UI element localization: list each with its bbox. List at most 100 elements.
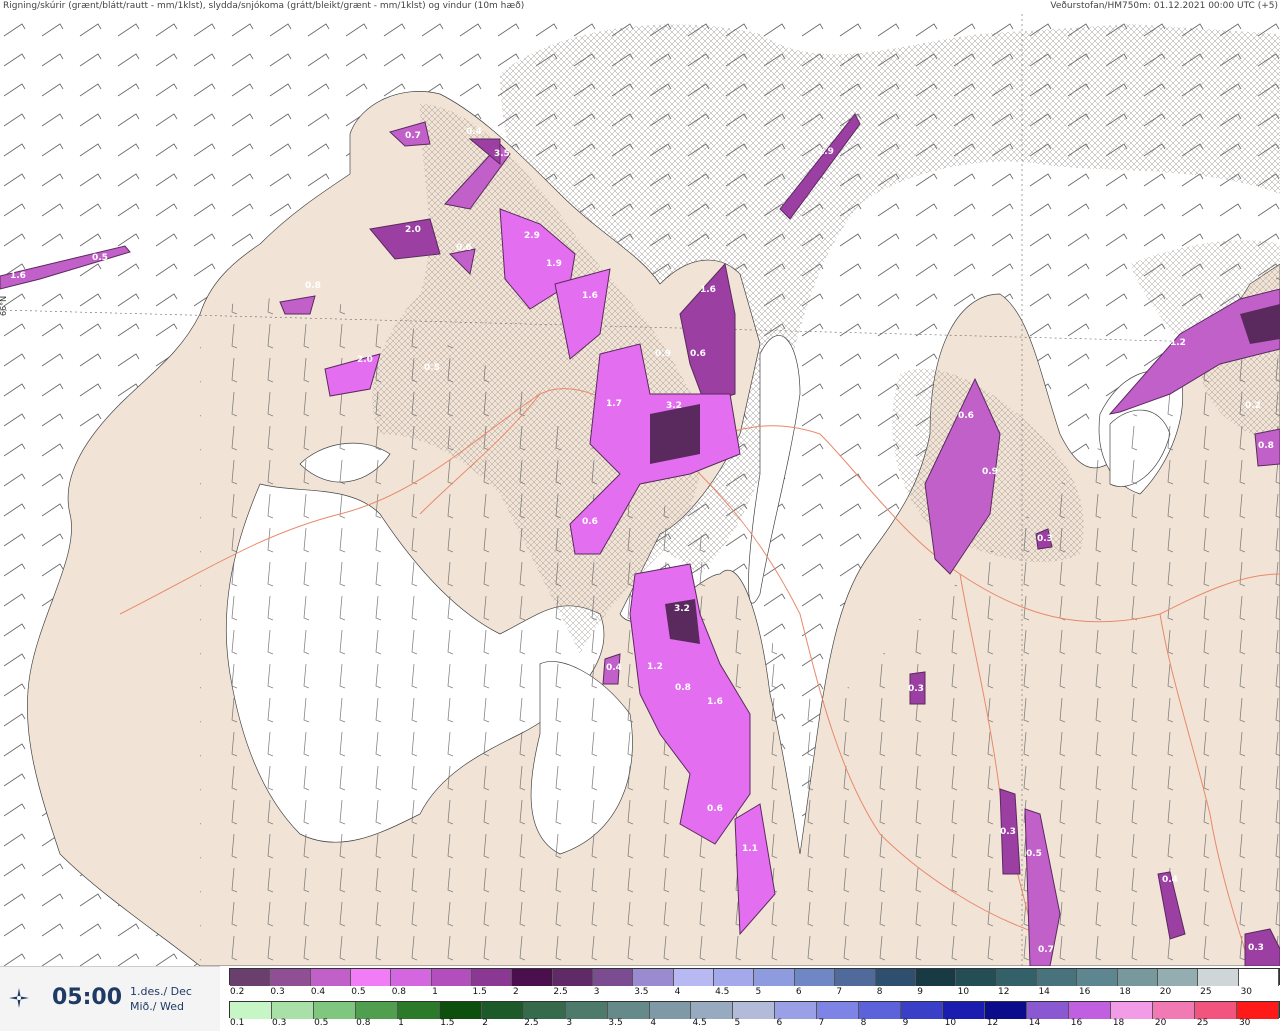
color-swatch bbox=[915, 969, 957, 986]
precip-label: 0.9 bbox=[982, 467, 998, 477]
color-swatch bbox=[565, 1002, 608, 1019]
legend-footer: 05:00 1.des./ Dec Mið./ Wed 0.2 0.3 0.4 0.5… bbox=[0, 966, 1280, 1031]
precip-label: 1.9 bbox=[546, 259, 562, 269]
color-swatch bbox=[523, 1002, 566, 1019]
color-swatch bbox=[313, 1002, 356, 1019]
precip-label: 1.2 bbox=[1170, 338, 1186, 348]
precip-label: 0.6 bbox=[456, 243, 472, 253]
scale-label: 2.5 bbox=[524, 1018, 539, 1028]
color-swatch bbox=[633, 969, 674, 986]
color-swatch bbox=[985, 1002, 1028, 1019]
scale-label: 0.8 bbox=[391, 987, 407, 997]
precip-label: 2.0 bbox=[405, 225, 421, 235]
scale-label: 6 bbox=[795, 987, 802, 997]
scale-label: 0.2 bbox=[230, 987, 245, 997]
color-swatch bbox=[512, 969, 553, 986]
scale-label: 0.3 bbox=[270, 987, 285, 997]
color-swatch bbox=[691, 1002, 734, 1019]
scale-label: 2 bbox=[482, 1018, 488, 1028]
scale-label: 4.5 bbox=[715, 987, 730, 997]
precip-label: 2.9 bbox=[524, 231, 540, 241]
scale-label: 6 bbox=[776, 1018, 783, 1028]
precip-label: 0.6 bbox=[958, 411, 974, 421]
color-swatch bbox=[1027, 1002, 1070, 1019]
scale-label: 5 bbox=[734, 1018, 741, 1028]
color-swatch bbox=[1238, 969, 1279, 986]
scale-label: 10 bbox=[944, 1018, 957, 1028]
model-run-info: Veðurstofan/HM750m: 01.12.2021 00:00 UTC… bbox=[1050, 1, 1278, 11]
scale-label: 0.3 bbox=[272, 1018, 287, 1028]
precip-label: 0.4 bbox=[1162, 875, 1178, 885]
scale-label: 4.5 bbox=[692, 1018, 707, 1028]
color-swatch bbox=[794, 969, 836, 986]
forecast-date: 1.des./ Dec bbox=[130, 985, 192, 998]
precip-label: 0.3 bbox=[1037, 534, 1053, 544]
time-panel: 05:00 1.des./ Dec Mið./ Wed bbox=[0, 966, 220, 1031]
scale-label: 30 bbox=[1240, 987, 1253, 997]
scale-label: 1.5 bbox=[472, 987, 487, 997]
color-swatch bbox=[1157, 969, 1199, 986]
precip-label: 1.6 bbox=[10, 271, 26, 281]
rain-color-scale bbox=[229, 1001, 1280, 1019]
color-swatch bbox=[754, 969, 795, 986]
scale-label: 0.1 bbox=[230, 1018, 245, 1028]
color-swatch bbox=[1236, 1002, 1279, 1019]
scale-label: 1.5 bbox=[440, 1018, 455, 1028]
precip-label: 1.7 bbox=[606, 399, 622, 409]
precip-label: 0.3 bbox=[1248, 943, 1264, 953]
color-swatch bbox=[1077, 969, 1118, 986]
scale-label: 16 bbox=[1070, 1018, 1083, 1028]
scale-label: 0.4 bbox=[310, 987, 326, 997]
scale-label: 18 bbox=[1112, 1018, 1125, 1028]
scale-label: 4 bbox=[650, 1018, 657, 1028]
color-swatch bbox=[552, 969, 594, 986]
scale-label: 10 bbox=[957, 987, 970, 997]
scale-label: 5 bbox=[755, 987, 762, 997]
scale-label: 25 bbox=[1200, 987, 1212, 997]
color-swatch bbox=[397, 1002, 440, 1019]
forecast-time: 05:00 bbox=[52, 985, 123, 1010]
color-swatch bbox=[1194, 1002, 1237, 1019]
scale-label: 25 bbox=[1196, 1018, 1209, 1028]
color-swatch bbox=[270, 969, 311, 986]
color-swatch bbox=[1111, 1002, 1153, 1019]
color-swatch bbox=[775, 1002, 818, 1019]
scale-label: 14 bbox=[1028, 1018, 1041, 1028]
color-swatch bbox=[875, 969, 916, 986]
scale-label: 3.5 bbox=[634, 987, 649, 997]
precip-label: 3.2 bbox=[674, 604, 690, 614]
snow-color-scale bbox=[229, 968, 1280, 986]
scale-label: 12 bbox=[998, 987, 1010, 997]
color-swatch bbox=[714, 969, 755, 986]
weather-map[interactable]: 66°N 1.6 0.5 0.7 0.4 3.5 2.0 0.6 2.9 1.9… bbox=[0, 14, 1280, 966]
color-swatch bbox=[230, 1002, 272, 1019]
color-swatch bbox=[271, 1002, 314, 1019]
color-swatch bbox=[733, 1002, 776, 1019]
color-swatch bbox=[859, 1002, 902, 1019]
precip-label: 1.1 bbox=[742, 844, 758, 854]
precip-label: 3.2 bbox=[666, 401, 682, 411]
precip-label: 0.5 bbox=[1026, 849, 1042, 859]
precip-label: 0.2 bbox=[1245, 401, 1261, 411]
scale-label: 18 bbox=[1119, 987, 1131, 997]
precip-label: 0.6 bbox=[690, 349, 706, 359]
precip-label: 0.4 bbox=[606, 663, 622, 673]
precip-label: 0.7 bbox=[405, 131, 421, 141]
precip-label: 0.5 bbox=[92, 253, 108, 263]
scale-label: 9 bbox=[902, 1018, 909, 1028]
scale-label: 1 bbox=[432, 987, 438, 997]
scale-label: 12 bbox=[986, 1018, 999, 1028]
color-swatch bbox=[673, 969, 715, 986]
forecast-weekday: Mið./ Wed bbox=[130, 1000, 184, 1013]
map-title: Rigning/skúrir (grænt/blátt/rautt - mm/1… bbox=[3, 1, 525, 11]
wind-compass-icon bbox=[9, 988, 29, 1008]
color-swatch bbox=[817, 1002, 860, 1019]
precip-label: 3.5 bbox=[494, 149, 510, 159]
latitude-label: 66°N bbox=[0, 296, 8, 316]
scale-label: 9 bbox=[917, 987, 923, 997]
precip-label: 0.8 bbox=[305, 281, 321, 291]
color-swatch bbox=[956, 969, 997, 986]
scale-label: 3 bbox=[566, 1018, 573, 1028]
precip-label: 1.6 bbox=[707, 697, 723, 707]
precip-label: 1.6 bbox=[700, 285, 716, 295]
